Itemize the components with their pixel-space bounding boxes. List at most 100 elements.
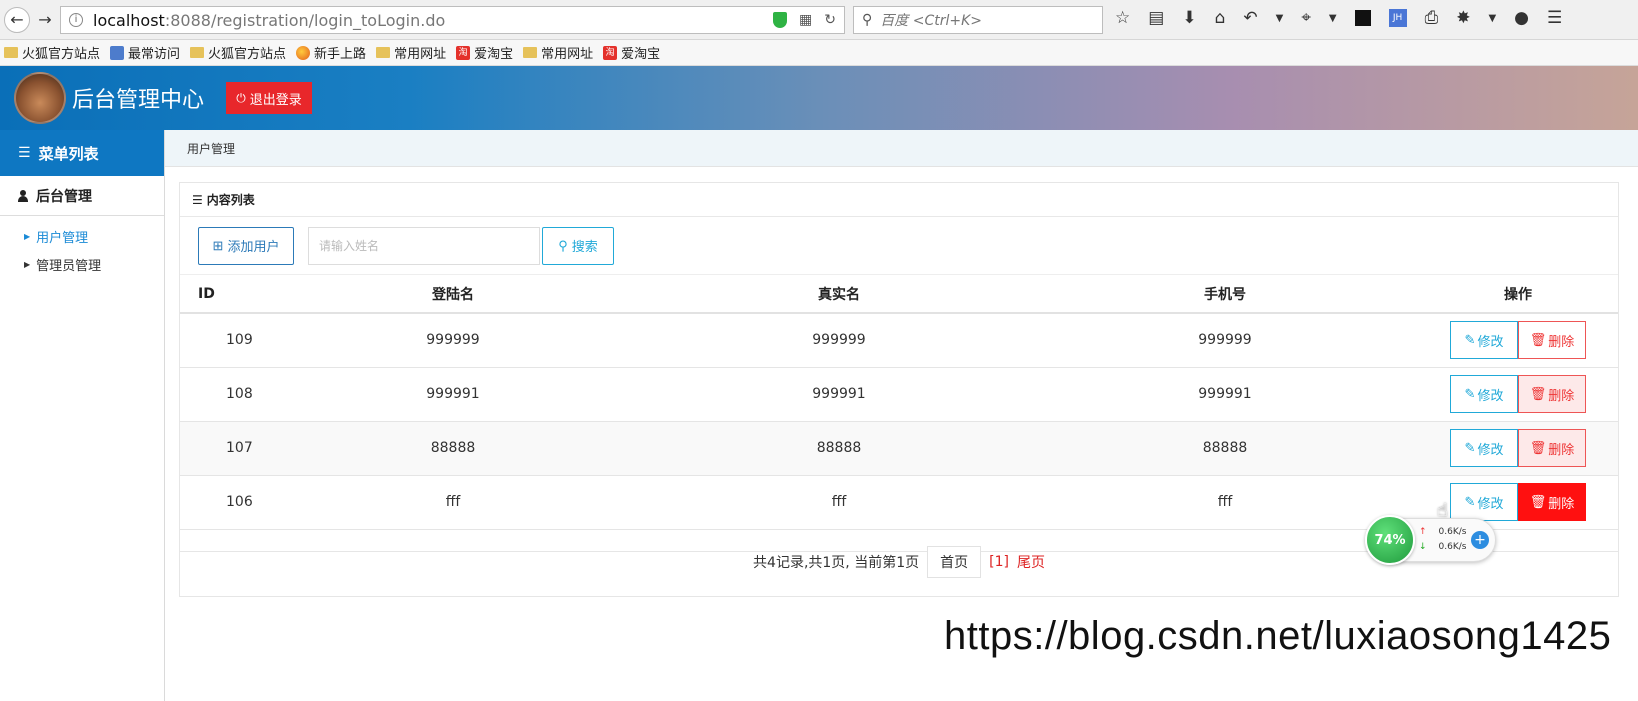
network-speed-widget[interactable]: 74% ↑ 0.6K/s ↓ 0.6K/s + bbox=[1365, 515, 1496, 565]
bookmark-item[interactable]: 淘爱淘宝 bbox=[603, 43, 660, 62]
edit-icon: ✎ bbox=[1464, 386, 1476, 401]
shield-icon[interactable] bbox=[773, 12, 788, 28]
forward-arrow-icon[interactable]: → bbox=[32, 7, 58, 33]
cell-realname: 88888 bbox=[646, 421, 1032, 476]
jh-extension-icon[interactable]: JH bbox=[1388, 9, 1407, 27]
breadcrumb-label: 用户管理 bbox=[187, 141, 236, 156]
edit-button[interactable]: ✎ 修改 bbox=[1450, 375, 1518, 413]
edit-button[interactable]: ✎ 修改 bbox=[1450, 321, 1518, 360]
cell-realname: 999999 bbox=[646, 313, 1032, 368]
bookmark-item[interactable]: 火狐官方站点 bbox=[4, 43, 100, 62]
bookmark-item[interactable]: 最常访问 bbox=[110, 43, 180, 62]
bookmark-label: 常用网址 bbox=[541, 47, 594, 62]
upload-rate: 0.6K/s bbox=[1438, 527, 1467, 537]
cell-login: 88888 bbox=[260, 421, 646, 476]
delete-button[interactable]: 🗑 删除 bbox=[1518, 375, 1586, 413]
sidebar-item-user-management[interactable]: ▶ 用户管理 bbox=[0, 222, 164, 250]
current-page-link[interactable]: [1] bbox=[989, 554, 1009, 570]
taobao-icon: 淘 bbox=[603, 45, 618, 60]
search-button[interactable]: ⚲ 搜索 bbox=[542, 226, 614, 265]
crop-icon[interactable]: ⌖ bbox=[1301, 8, 1311, 28]
back-arrow-icon[interactable]: ← bbox=[4, 6, 30, 33]
column-header-actions: 操作 bbox=[1418, 275, 1618, 314]
sidebar-item-label: 管理员管理 bbox=[36, 258, 102, 274]
delete-button[interactable]: 🗑 删除 bbox=[1518, 483, 1586, 521]
first-page-button[interactable]: 首页 bbox=[927, 546, 982, 578]
undo-icon[interactable]: ↶ bbox=[1243, 8, 1257, 28]
list-icon: ☰ bbox=[18, 145, 31, 161]
printer-icon[interactable]: ⎙ bbox=[1425, 8, 1439, 28]
search-icon: ⚲ bbox=[862, 12, 873, 28]
sidebar-group-label: 后台管理 bbox=[36, 188, 92, 205]
bookmark-item[interactable]: 常用网址 bbox=[376, 43, 446, 62]
firefox-icon bbox=[296, 45, 311, 60]
home-icon[interactable]: ⌂ bbox=[1215, 8, 1226, 28]
table-row: 109 999999 999999 999999 ✎ 修改 🗑 删除 bbox=[180, 313, 1618, 368]
table-row: 108 999991 999991 999991 ✎ 修改 🗑 删除 bbox=[180, 367, 1618, 422]
browser-search-input[interactable]: ⚲ 百度 <Ctrl+K> bbox=[853, 6, 1103, 34]
bookmark-item[interactable]: 火狐官方站点 bbox=[190, 43, 286, 62]
app-header: 后台管理中心 ⏻ 退出登录 bbox=[0, 66, 1638, 130]
qr-code-icon[interactable]: ▦ bbox=[799, 12, 812, 28]
column-header-login: 登陆名 bbox=[260, 275, 646, 314]
info-icon[interactable]: i bbox=[69, 13, 83, 27]
edit-label: 修改 bbox=[1477, 441, 1504, 457]
column-header-phone: 手机号 bbox=[1032, 275, 1418, 314]
caret-right-icon: ▶ bbox=[24, 231, 31, 241]
watermark: https://blog.csdn.net/luxiaosong1425 bbox=[944, 614, 1612, 658]
reload-icon[interactable]: ↻ bbox=[824, 12, 836, 28]
bookmark-label: 最常访问 bbox=[128, 47, 181, 62]
address-bar[interactable]: i localhost:8088/registration/login_toLo… bbox=[60, 6, 845, 34]
edit-label: 修改 bbox=[1477, 333, 1504, 349]
memory-usage-badge: 74% bbox=[1365, 515, 1415, 565]
dropdown-icon[interactable]: ▼ bbox=[1276, 13, 1284, 24]
bookmarks-bar: 火狐官方站点 最常访问 火狐官方站点 新手上路 常用网址 淘爱淘宝 常用网址 淘… bbox=[0, 40, 1638, 66]
black-square-icon[interactable] bbox=[1354, 10, 1371, 26]
cell-phone: 88888 bbox=[1032, 421, 1418, 476]
last-page-link[interactable]: 尾页 bbox=[1017, 552, 1045, 572]
cell-phone: 999999 bbox=[1032, 313, 1418, 368]
user-icon bbox=[18, 189, 28, 202]
bookmark-label: 火狐官方站点 bbox=[22, 47, 101, 62]
sidebar-group-admin[interactable]: 后台管理 bbox=[0, 176, 164, 216]
url-host: localhost bbox=[93, 10, 165, 30]
sidebar-item-admin-management[interactable]: ▶ 管理员管理 bbox=[0, 250, 164, 278]
bookmark-item[interactable]: 新手上路 bbox=[296, 43, 366, 62]
edit-button[interactable]: ✎ 修改 bbox=[1450, 483, 1518, 521]
download-icon[interactable]: ⬇ bbox=[1182, 8, 1196, 28]
bookmark-item[interactable]: 淘爱淘宝 bbox=[456, 43, 513, 62]
plus-icon[interactable]: + bbox=[1471, 531, 1489, 549]
delete-button[interactable]: 🗑 删除 bbox=[1518, 429, 1586, 467]
user-table: ID 登陆名 真实名 手机号 操作 109 999999 999999 9999… bbox=[180, 275, 1618, 530]
cell-id: 106 bbox=[180, 475, 260, 530]
bookmark-star-icon[interactable]: ☆ bbox=[1115, 8, 1130, 28]
net-rates: ↑ 0.6K/s ↓ 0.6K/s bbox=[1419, 525, 1466, 555]
menu-icon[interactable]: ☰ bbox=[1547, 8, 1562, 28]
dropdown-icon[interactable]: ▼ bbox=[1488, 13, 1496, 24]
add-user-label: 添加用户 bbox=[227, 239, 280, 254]
table-header-row: ID 登陆名 真实名 手机号 操作 bbox=[180, 275, 1618, 314]
reading-list-icon[interactable]: ▤ bbox=[1148, 8, 1164, 28]
sidebar-item-label: 用户管理 bbox=[36, 230, 89, 246]
cell-login: 999999 bbox=[260, 313, 646, 368]
sidebar-title: 菜单列表 bbox=[38, 144, 99, 163]
hand-cursor-icon: ☝ bbox=[1437, 500, 1448, 521]
cell-login: 999991 bbox=[260, 367, 646, 422]
bookmark-label: 爱淘宝 bbox=[474, 47, 514, 62]
delete-button[interactable]: 🗑 删除 bbox=[1518, 321, 1586, 360]
bookmark-label: 火狐官方站点 bbox=[208, 47, 287, 62]
dropdown-icon[interactable]: ▼ bbox=[1329, 13, 1337, 24]
edit-label: 修改 bbox=[1477, 495, 1504, 511]
bookmark-item[interactable]: 常用网址 bbox=[523, 43, 593, 62]
pager-summary: 共4记录,共1页, 当前第1页 bbox=[753, 555, 920, 571]
logout-button[interactable]: ⏻ 退出登录 bbox=[226, 82, 313, 114]
trash-icon: 🗑 bbox=[1529, 440, 1547, 455]
delete-label: 删除 bbox=[1548, 495, 1575, 511]
edit-button[interactable]: ✎ 修改 bbox=[1450, 429, 1518, 467]
name-search-input[interactable] bbox=[308, 226, 540, 265]
cell-actions: ✎ 修改 🗑 删除 bbox=[1418, 313, 1618, 368]
chat-icon[interactable]: ● bbox=[1514, 8, 1529, 28]
add-user-button[interactable]: ⊞ 添加用户 bbox=[198, 226, 294, 265]
bug-icon[interactable]: ✸ bbox=[1456, 8, 1470, 28]
folder-icon bbox=[523, 47, 538, 58]
